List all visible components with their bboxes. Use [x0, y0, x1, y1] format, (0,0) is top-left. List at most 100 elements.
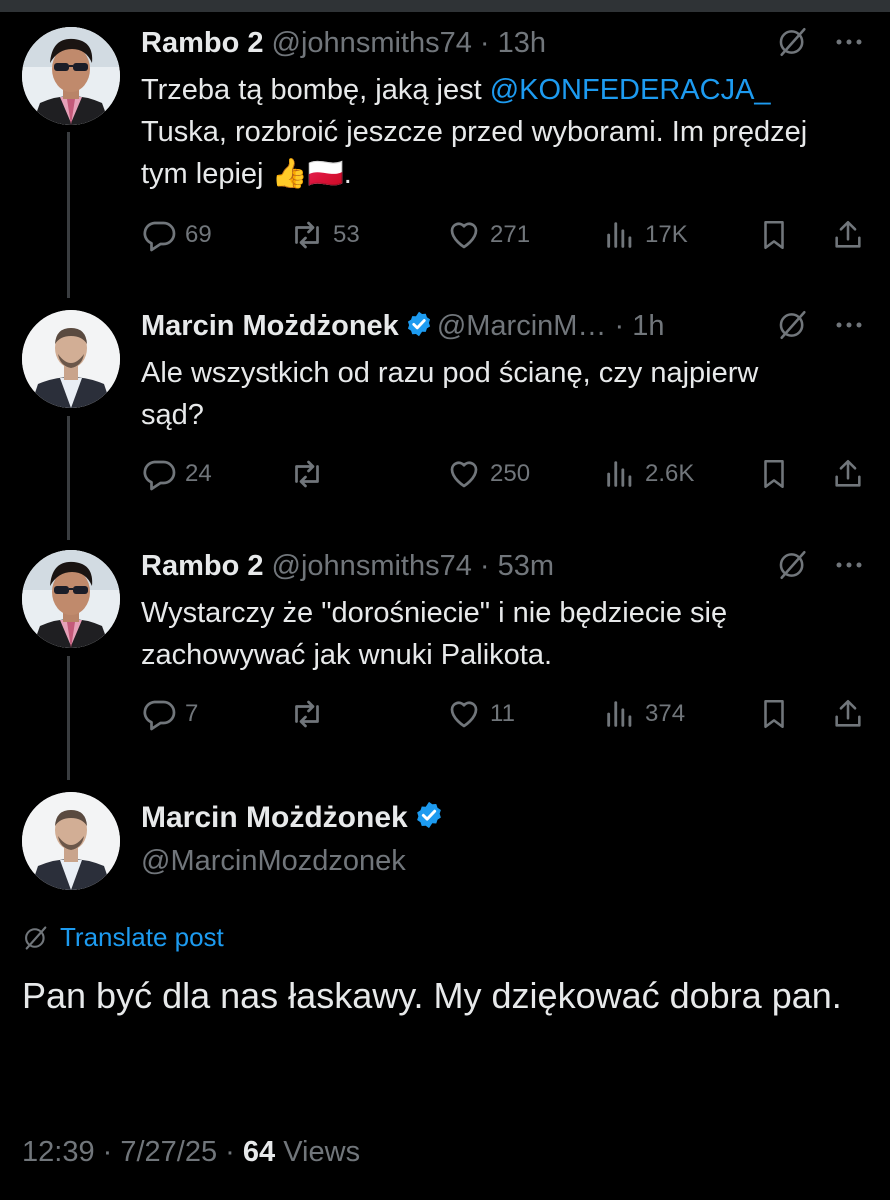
action-bar: 7 11 374 — [141, 694, 866, 734]
like-icon — [446, 217, 482, 253]
reply-button[interactable]: 24 — [141, 454, 212, 494]
share-button[interactable] — [831, 215, 865, 255]
verified-badge-icon — [405, 310, 433, 338]
views-count: 64 — [242, 1136, 276, 1168]
repost-icon — [289, 456, 325, 492]
views-icon — [603, 218, 637, 252]
bookmark-icon — [757, 457, 791, 491]
tweet-header: Rambo 2 @johnsmiths74 · 13h — [141, 25, 546, 61]
repost-icon — [289, 696, 325, 732]
bookmark-button[interactable] — [757, 215, 791, 255]
tweet-text: Trzeba tą bombę, jaką jest @KONFEDERACJA… — [141, 69, 861, 195]
action-bar: 24 250 2.6K — [141, 454, 866, 494]
reply-button[interactable]: 7 — [141, 694, 198, 734]
display-name[interactable]: Marcin Możdżonek — [141, 310, 399, 342]
mention-link[interactable]: @KONFEDERACJA_ — [490, 74, 771, 106]
top-edge-bar — [0, 0, 890, 12]
separator-dot: · — [94, 1136, 121, 1168]
main-display-name[interactable]: Marcin Możdżonek — [141, 800, 448, 835]
tweet-text-part: Trzeba tą bombę, jaką jest — [141, 74, 490, 106]
display-name[interactable]: Rambo 2 — [141, 27, 263, 59]
bookmark-button[interactable] — [757, 454, 791, 494]
header-icons — [776, 25, 864, 59]
reply-tweet[interactable]: Rambo 2 @johnsmiths74 · 13h Trzeba tą bo… — [0, 25, 890, 275]
post-time: 12:39 — [22, 1136, 95, 1168]
like-button[interactable]: 11 — [446, 694, 515, 734]
reply-tweet[interactable]: Marcin Możdżonek @MarcinM… · 1h Ale wszys… — [0, 308, 890, 508]
like-icon — [446, 456, 482, 492]
views-label: Views — [283, 1136, 361, 1168]
bookmark-button[interactable] — [757, 694, 791, 734]
action-bar: 69 53 271 17K — [141, 215, 866, 255]
main-user-handle[interactable]: @MarcinMozdzonek — [141, 845, 406, 878]
tweet-header: Rambo 2 @johnsmiths74 · 53m — [141, 548, 554, 584]
view-count: 17K — [645, 221, 688, 248]
views-button[interactable]: 2.6K — [603, 454, 694, 494]
reply-tweet[interactable]: Rambo 2 @johnsmiths74 · 53m Wystarczy że… — [0, 548, 890, 748]
repost-button[interactable]: 53 — [289, 215, 360, 255]
avatar[interactable] — [22, 792, 120, 890]
repost-button[interactable] — [289, 694, 325, 734]
like-count: 271 — [490, 221, 531, 248]
tweet-text: Wystarczy że "dorośniecie" i nie będziec… — [141, 597, 728, 671]
separator-dot: · — [217, 1136, 243, 1168]
reply-count: 7 — [185, 700, 199, 727]
more-icon[interactable] — [834, 27, 864, 57]
post-date: 7/27/25 — [120, 1136, 218, 1168]
avatar-image — [22, 27, 120, 125]
repost-count: 53 — [333, 221, 360, 248]
like-button[interactable]: 271 — [446, 215, 530, 255]
reply-count: 69 — [185, 221, 212, 248]
reply-button[interactable]: 69 — [141, 215, 212, 255]
avatar-image — [22, 550, 120, 648]
separator-dot: · — [471, 27, 498, 59]
repost-button[interactable] — [289, 454, 325, 494]
user-handle[interactable]: @johnsmiths74 — [272, 27, 472, 59]
share-button[interactable] — [831, 694, 865, 734]
like-button[interactable]: 250 — [446, 454, 530, 494]
grok-icon[interactable] — [776, 25, 810, 59]
translate-post-button[interactable]: Translate post — [22, 922, 224, 953]
view-count: 374 — [645, 700, 686, 727]
repost-icon — [289, 217, 325, 253]
timestamp[interactable]: 1h — [632, 310, 664, 342]
like-icon — [446, 696, 482, 732]
timestamp[interactable]: 13h — [498, 27, 546, 59]
like-count: 11 — [490, 700, 515, 727]
avatar[interactable] — [22, 27, 120, 125]
grok-icon[interactable] — [776, 308, 810, 342]
display-name[interactable]: Rambo 2 — [141, 550, 263, 582]
more-icon[interactable] — [834, 550, 864, 580]
display-name[interactable]: Marcin Możdżonek — [141, 801, 408, 834]
translate-icon — [22, 924, 50, 952]
share-button[interactable] — [831, 454, 865, 494]
avatar-image — [22, 792, 120, 890]
views-button[interactable]: 17K — [603, 215, 688, 255]
translate-label: Translate post — [60, 922, 224, 952]
more-icon[interactable] — [834, 310, 864, 340]
user-handle[interactable]: @johnsmiths74 — [272, 550, 472, 582]
header-icons — [776, 308, 864, 342]
like-count: 250 — [490, 460, 531, 487]
header-icons — [776, 548, 864, 582]
share-icon — [831, 218, 865, 252]
separator-dot: · — [606, 310, 633, 342]
post-metadata: 12:39 · 7/27/25 · 64 Views — [22, 1136, 360, 1169]
reply-icon — [141, 456, 177, 492]
bookmark-icon — [757, 697, 791, 731]
grok-icon[interactable] — [776, 548, 810, 582]
tweet-text-part: Tuska, rozbroić jeszcze przed wyborami. … — [141, 116, 808, 190]
views-icon — [603, 457, 637, 491]
avatar[interactable] — [22, 310, 120, 408]
reply-icon — [141, 696, 177, 732]
views-icon — [603, 697, 637, 731]
timestamp[interactable]: 53m — [498, 550, 554, 582]
avatar[interactable] — [22, 550, 120, 648]
verified-badge-icon — [414, 800, 444, 830]
views-button[interactable]: 374 — [603, 694, 685, 734]
tweet-text: Ale wszystkich od razu pod ścianę, czy n… — [141, 357, 759, 431]
user-handle[interactable]: @MarcinM… — [437, 310, 607, 342]
avatar-image — [22, 310, 120, 408]
share-icon — [831, 457, 865, 491]
tweet-header: Marcin Możdżonek @MarcinM… · 1h — [141, 308, 664, 344]
